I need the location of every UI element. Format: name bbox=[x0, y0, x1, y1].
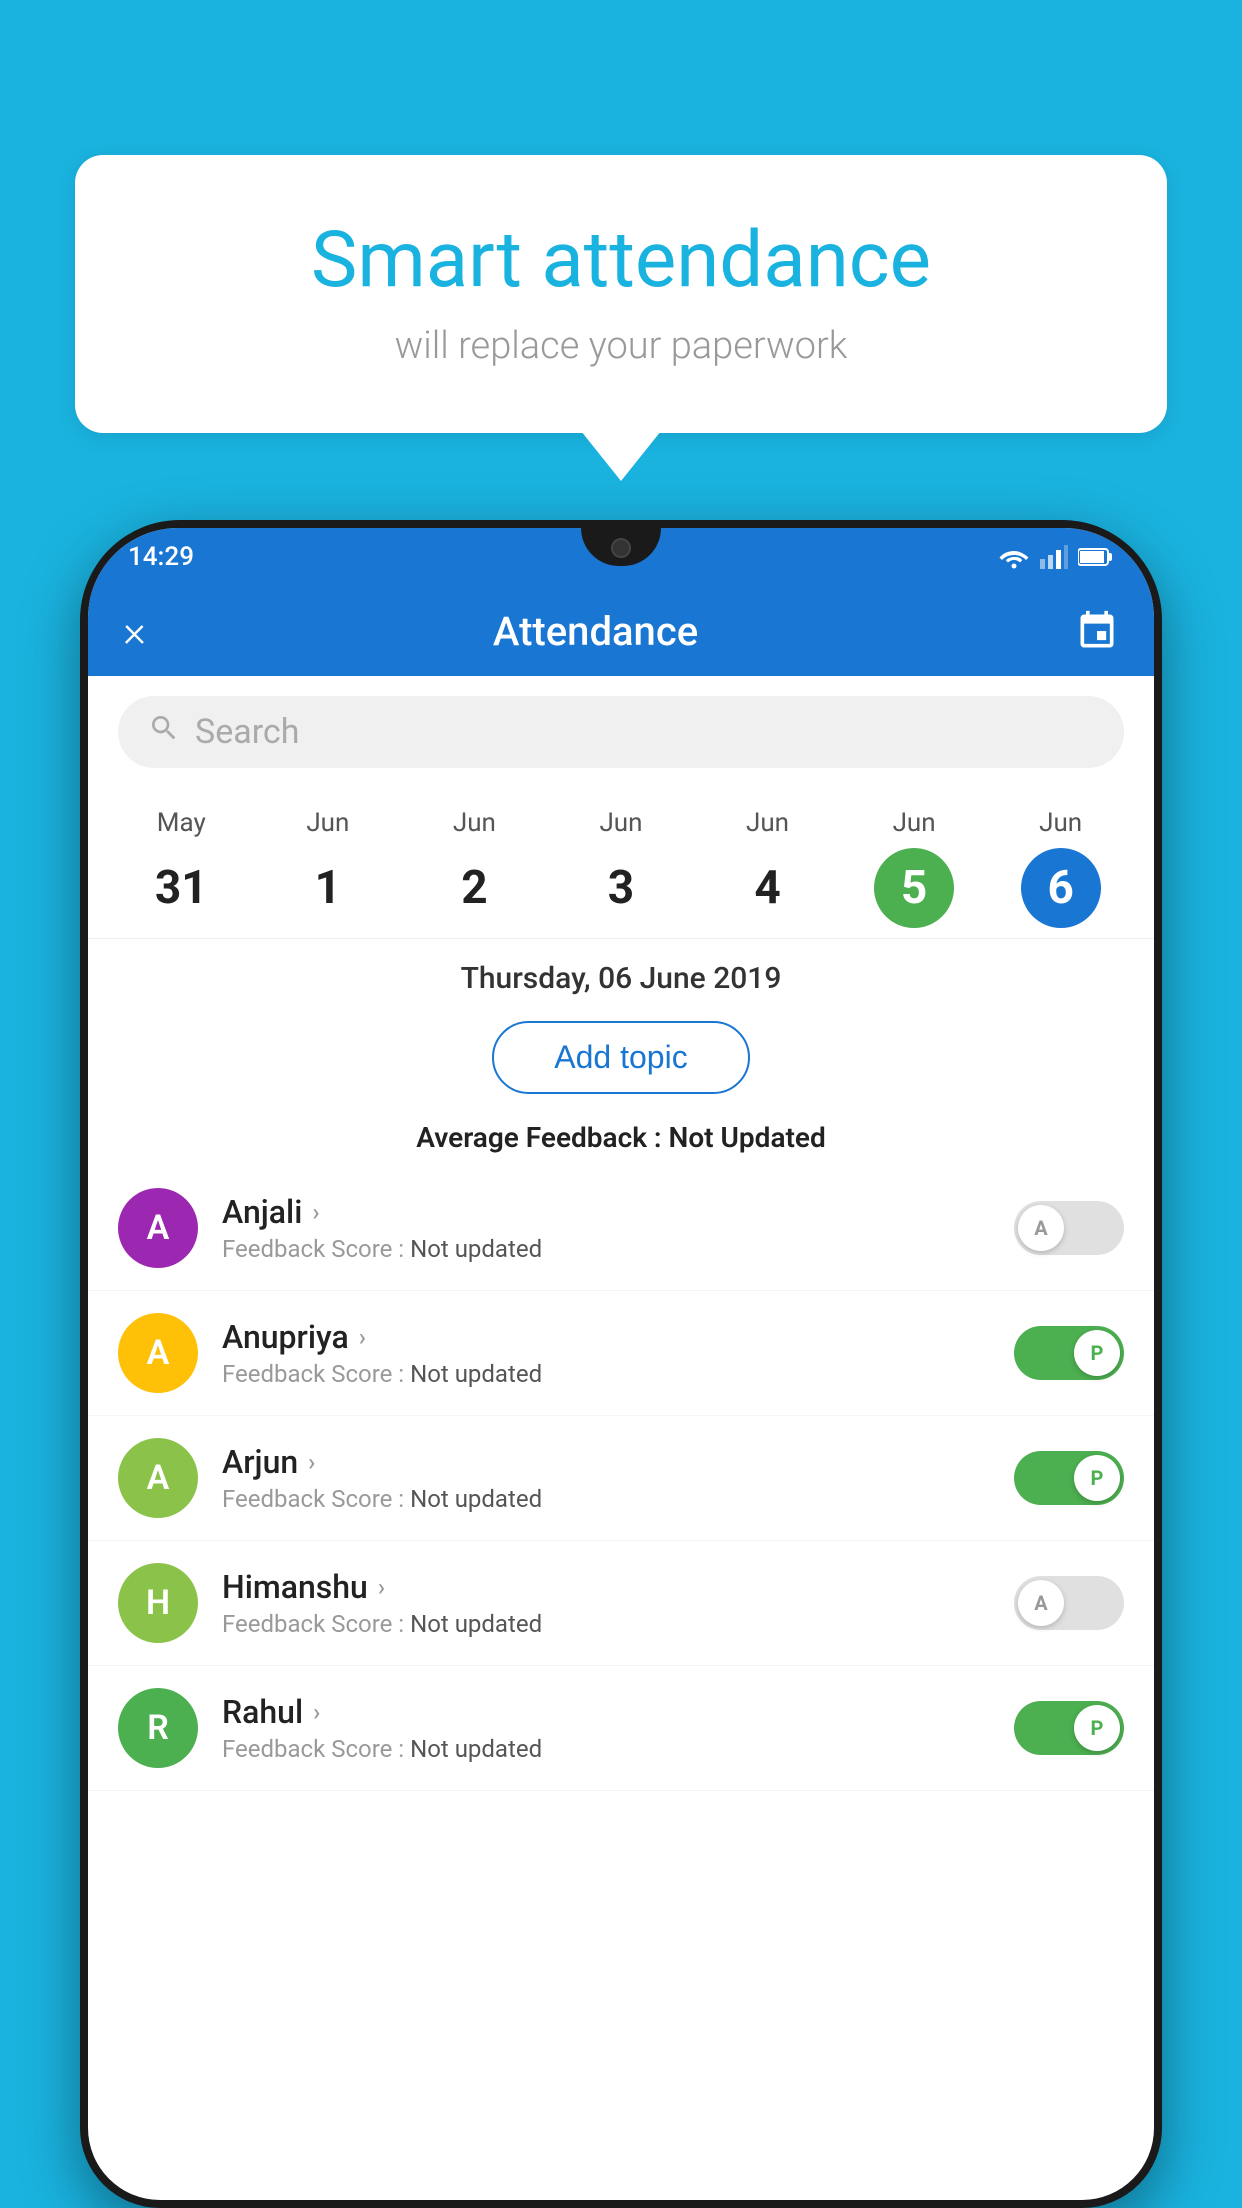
calendar-strip: May 31 Jun 1 Jun 2 Jun 3 Jun 4 Jun 5 Jun 6 bbox=[88, 788, 1154, 939]
student-item-4[interactable]: R Rahul › Feedback Score : Not updated P bbox=[88, 1666, 1154, 1791]
cal-month-5: Jun bbox=[893, 808, 936, 838]
avg-feedback-value: Not Updated bbox=[669, 1121, 826, 1154]
speech-bubble: Smart attendance will replace your paper… bbox=[75, 155, 1167, 433]
student-name-0: Anjali › bbox=[222, 1193, 990, 1231]
avatar-1: A bbox=[118, 1313, 198, 1393]
search-container: Search bbox=[88, 676, 1154, 788]
avatar-2: A bbox=[118, 1438, 198, 1518]
cal-date-2: 2 bbox=[434, 848, 514, 928]
cal-date-1: 1 bbox=[288, 848, 368, 928]
date-header: Thursday, 06 June 2019 bbox=[88, 939, 1154, 1006]
search-icon bbox=[148, 712, 180, 752]
add-topic-button[interactable]: Add topic bbox=[492, 1021, 749, 1094]
chevron-icon-1: › bbox=[359, 1323, 366, 1351]
add-topic-container: Add topic bbox=[88, 1006, 1154, 1109]
phone-inner: 14:29 bbox=[88, 528, 1154, 2200]
attendance-toggle-0[interactable]: A bbox=[1014, 1201, 1124, 1255]
toggle-container-4[interactable]: P bbox=[1014, 1701, 1124, 1755]
notch bbox=[581, 528, 661, 566]
student-name-3: Himanshu › bbox=[222, 1568, 990, 1606]
cal-month-0: May bbox=[157, 808, 206, 838]
feedback-score-4: Feedback Score : Not updated bbox=[222, 1735, 990, 1763]
student-list: AAnjali ›Feedback Score : Not updatedAAA… bbox=[88, 1166, 1154, 1791]
student-info-4: Rahul › Feedback Score : Not updated bbox=[222, 1693, 990, 1763]
search-input-placeholder: Search bbox=[195, 712, 299, 752]
cal-month-1: Jun bbox=[306, 808, 349, 838]
attendance-toggle-2[interactable]: P bbox=[1014, 1451, 1124, 1505]
student-item-2[interactable]: A Arjun › Feedback Score : Not updated P bbox=[88, 1416, 1154, 1541]
calendar-day-3[interactable]: Jun 3 bbox=[571, 808, 671, 928]
toggle-knob-3: A bbox=[1018, 1580, 1064, 1626]
status-bar: 14:29 bbox=[88, 528, 1154, 586]
close-button[interactable]: × bbox=[123, 605, 146, 657]
toggle-knob-4: P bbox=[1074, 1705, 1120, 1751]
student-item-1[interactable]: A Anupriya › Feedback Score : Not updated P bbox=[88, 1291, 1154, 1416]
feedback-score-2: Feedback Score : Not updated bbox=[222, 1485, 990, 1513]
avatar-4: R bbox=[118, 1688, 198, 1768]
toggle-container-3[interactable]: A bbox=[1014, 1576, 1124, 1630]
battery-icon bbox=[1078, 547, 1114, 567]
student-name-2: Arjun › bbox=[222, 1443, 990, 1481]
notch-camera bbox=[611, 538, 631, 558]
cal-month-6: Jun bbox=[1039, 808, 1082, 838]
chevron-icon-4: › bbox=[313, 1698, 320, 1726]
wifi-icon bbox=[998, 545, 1030, 569]
student-item-3[interactable]: H Himanshu › Feedback Score : Not updated A bbox=[88, 1541, 1154, 1666]
calendar-day-0[interactable]: May 31 bbox=[131, 808, 231, 928]
student-item-0[interactable]: A Anjali › Feedback Score : Not updated A bbox=[88, 1166, 1154, 1291]
bubble-title: Smart attendance bbox=[145, 215, 1097, 306]
cal-date-6: 6 bbox=[1021, 848, 1101, 928]
signal-icon bbox=[1040, 545, 1068, 569]
toggle-container-2[interactable]: P bbox=[1014, 1451, 1124, 1505]
calendar-day-2[interactable]: Jun 2 bbox=[424, 808, 524, 928]
app-bar-title: Attendance bbox=[146, 608, 1045, 655]
status-icons bbox=[998, 545, 1114, 569]
student-info-0: Anjali › Feedback Score : Not updated bbox=[222, 1193, 990, 1263]
student-name-4: Rahul › bbox=[222, 1693, 990, 1731]
feedback-score-0: Feedback Score : Not updated bbox=[222, 1235, 990, 1263]
avatar-0: A bbox=[118, 1188, 198, 1268]
attendance-toggle-4[interactable]: P bbox=[1014, 1701, 1124, 1755]
attendance-toggle-1[interactable]: P bbox=[1014, 1326, 1124, 1380]
cal-month-4: Jun bbox=[746, 808, 789, 838]
cal-date-0: 31 bbox=[141, 848, 221, 928]
student-name-1: Anupriya › bbox=[222, 1318, 990, 1356]
cal-month-2: Jun bbox=[453, 808, 496, 838]
avg-feedback-label: Average Feedback : bbox=[416, 1121, 661, 1154]
cal-date-3: 3 bbox=[581, 848, 661, 928]
avg-feedback: Average Feedback : Not Updated bbox=[88, 1109, 1154, 1166]
chevron-icon-3: › bbox=[378, 1573, 385, 1601]
feedback-score-1: Feedback Score : Not updated bbox=[222, 1360, 990, 1388]
cal-month-3: Jun bbox=[599, 808, 642, 838]
cal-date-5: 5 bbox=[874, 848, 954, 928]
bubble-subtitle: will replace your paperwork bbox=[145, 324, 1097, 368]
toggle-container-1[interactable]: P bbox=[1014, 1326, 1124, 1380]
student-info-1: Anupriya › Feedback Score : Not updated bbox=[222, 1318, 990, 1388]
student-info-3: Himanshu › Feedback Score : Not updated bbox=[222, 1568, 990, 1638]
status-time: 14:29 bbox=[128, 542, 194, 572]
student-info-2: Arjun › Feedback Score : Not updated bbox=[222, 1443, 990, 1513]
chevron-icon-2: › bbox=[308, 1448, 315, 1476]
calendar-day-5[interactable]: Jun 5 bbox=[864, 808, 964, 928]
calendar-icon[interactable] bbox=[1075, 609, 1119, 653]
app-bar: × Attendance bbox=[88, 586, 1154, 676]
toggle-knob-0: A bbox=[1018, 1205, 1064, 1251]
speech-bubble-container: Smart attendance will replace your paper… bbox=[75, 155, 1167, 433]
feedback-score-3: Feedback Score : Not updated bbox=[222, 1610, 990, 1638]
calendar-day-1[interactable]: Jun 1 bbox=[278, 808, 378, 928]
chevron-icon-0: › bbox=[312, 1198, 319, 1226]
toggle-knob-1: P bbox=[1074, 1330, 1120, 1376]
toggle-knob-2: P bbox=[1074, 1455, 1120, 1501]
avatar-3: H bbox=[118, 1563, 198, 1643]
calendar-day-4[interactable]: Jun 4 bbox=[718, 808, 818, 928]
cal-date-4: 4 bbox=[728, 848, 808, 928]
calendar-day-6[interactable]: Jun 6 bbox=[1011, 808, 1111, 928]
toggle-container-0[interactable]: A bbox=[1014, 1201, 1124, 1255]
search-bar[interactable]: Search bbox=[118, 696, 1124, 768]
phone-frame: 14:29 bbox=[80, 520, 1162, 2208]
attendance-toggle-3[interactable]: A bbox=[1014, 1576, 1124, 1630]
